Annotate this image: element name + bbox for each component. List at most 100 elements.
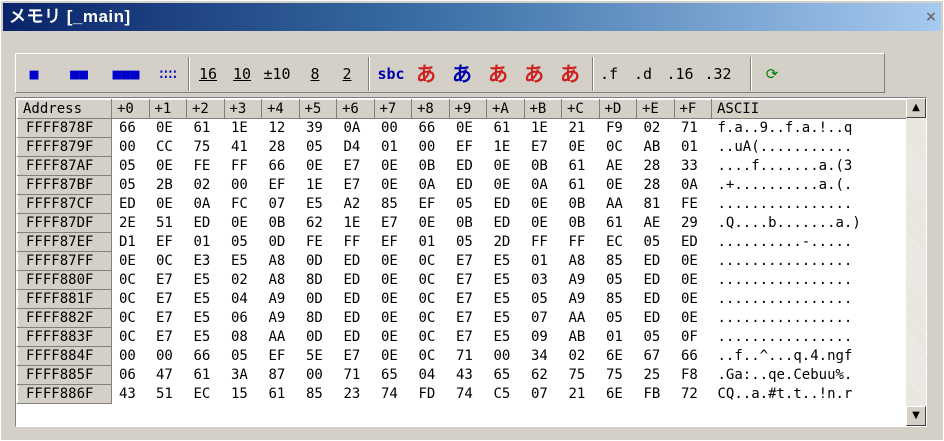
- row-address[interactable]: FFFF87BF: [17, 175, 112, 195]
- kana-button-2[interactable]: あ: [448, 60, 476, 88]
- byte-cell[interactable]: 66: [262, 157, 300, 176]
- byte-cell[interactable]: F8: [674, 366, 712, 385]
- byte-cell[interactable]: E5: [487, 252, 525, 271]
- ascii-cell[interactable]: .+..........a.(.: [712, 176, 908, 195]
- byte-cell[interactable]: ED: [337, 290, 375, 309]
- byte-cell[interactable]: 05: [637, 233, 675, 252]
- byte-cell[interactable]: A8: [262, 252, 300, 271]
- byte-cell[interactable]: 72: [674, 385, 712, 404]
- byte-cell[interactable]: 28: [637, 176, 675, 195]
- byte-cell[interactable]: 00: [224, 176, 262, 195]
- byte-cell[interactable]: 08: [224, 328, 262, 347]
- byte-cell[interactable]: FD: [412, 385, 450, 404]
- byte-cell[interactable]: ED: [637, 271, 675, 290]
- byte-cell[interactable]: 28: [262, 138, 300, 157]
- row-address[interactable]: FFFF882F: [17, 308, 112, 328]
- byte-cell[interactable]: 02: [224, 271, 262, 290]
- byte-cell[interactable]: 0E: [149, 157, 187, 176]
- byte-cell[interactable]: 01: [674, 138, 712, 157]
- byte-cell[interactable]: 1E: [524, 119, 562, 138]
- byte-cell[interactable]: 0E: [149, 195, 187, 214]
- byte-cell[interactable]: 0E: [374, 157, 412, 176]
- float-button[interactable]: .f: [598, 60, 620, 88]
- byte-cell[interactable]: 0E: [674, 290, 712, 309]
- fixed32-button[interactable]: .32: [704, 60, 732, 88]
- byte-cell[interactable]: 75: [599, 366, 637, 385]
- byte-cell[interactable]: E7: [449, 328, 487, 347]
- byte-cell[interactable]: 0E: [524, 195, 562, 214]
- ascii-cell[interactable]: ..f..^...q.4.ngf: [712, 347, 908, 366]
- byte-cell[interactable]: 61: [599, 214, 637, 233]
- ascii-cell[interactable]: ................: [712, 290, 908, 309]
- byte-cell[interactable]: ED: [637, 252, 675, 271]
- byte-cell[interactable]: 05: [524, 290, 562, 309]
- byte-cell[interactable]: AE: [637, 214, 675, 233]
- byte-cell[interactable]: 0B: [562, 195, 600, 214]
- byte-cell[interactable]: 05: [299, 138, 337, 157]
- ascii-cell[interactable]: CQ..a.#t.t..!n.r: [712, 385, 908, 404]
- byte-cell[interactable]: E7: [449, 271, 487, 290]
- byte-cell[interactable]: 05: [224, 347, 262, 366]
- byte-cell[interactable]: 51: [149, 385, 187, 404]
- byte-cell[interactable]: ED: [337, 309, 375, 328]
- byte-cell[interactable]: CC: [149, 138, 187, 157]
- byte-cell[interactable]: FB: [637, 385, 675, 404]
- byte-cell[interactable]: 85: [374, 195, 412, 214]
- byte-cell[interactable]: 0A: [674, 176, 712, 195]
- byte-cell[interactable]: 12: [262, 119, 300, 138]
- byte-cell[interactable]: 5E: [299, 347, 337, 366]
- byte-cell[interactable]: 61: [187, 366, 225, 385]
- byte-cell[interactable]: 65: [487, 366, 525, 385]
- byte-cell[interactable]: 05: [112, 157, 150, 176]
- byte-cell[interactable]: 0D: [299, 252, 337, 271]
- byte-cell[interactable]: 62: [299, 214, 337, 233]
- byte-cell[interactable]: 02: [562, 347, 600, 366]
- byte-cell[interactable]: 0A: [412, 176, 450, 195]
- byte-cell[interactable]: 05: [637, 328, 675, 347]
- byte-cell[interactable]: 1E: [337, 214, 375, 233]
- byte-cell[interactable]: EC: [187, 385, 225, 404]
- byte-cell[interactable]: A9: [562, 271, 600, 290]
- radix-16-button[interactable]: 16: [194, 60, 222, 88]
- byte-cell[interactable]: E5: [187, 290, 225, 309]
- byte-cell[interactable]: 71: [674, 119, 712, 138]
- byte-cell[interactable]: 00: [299, 366, 337, 385]
- byte-cell[interactable]: 6E: [599, 385, 637, 404]
- byte-cell[interactable]: 0C: [412, 252, 450, 271]
- byte-cell[interactable]: 2E: [112, 214, 150, 233]
- kana-button-4[interactable]: あ: [520, 60, 548, 88]
- byte-cell[interactable]: 0E: [524, 214, 562, 233]
- byte-cell[interactable]: 06: [224, 309, 262, 328]
- byte-cell[interactable]: 0B: [262, 214, 300, 233]
- byte-cell[interactable]: 65: [374, 366, 412, 385]
- ascii-cell[interactable]: ................: [712, 252, 908, 271]
- byte-cell[interactable]: 0E: [224, 214, 262, 233]
- byte-cell[interactable]: 75: [562, 366, 600, 385]
- vertical-scrollbar[interactable]: ▲ ▼: [906, 98, 926, 426]
- byte-cell[interactable]: FE: [674, 195, 712, 214]
- byte-cell[interactable]: 09: [524, 328, 562, 347]
- byte-cell[interactable]: 03: [524, 271, 562, 290]
- byte-cell[interactable]: 66: [187, 347, 225, 366]
- byte-cell[interactable]: ED: [187, 214, 225, 233]
- byte-cell[interactable]: E7: [449, 252, 487, 271]
- byte-cell[interactable]: 00: [112, 138, 150, 157]
- byte-cell[interactable]: ED: [449, 176, 487, 195]
- byte-cell[interactable]: 21: [562, 385, 600, 404]
- byte-cell[interactable]: 71: [337, 366, 375, 385]
- byte-cell[interactable]: A9: [262, 290, 300, 309]
- ascii-cell[interactable]: ..uA(...........: [712, 138, 908, 157]
- byte-cell[interactable]: 21: [562, 119, 600, 138]
- byte-cell[interactable]: 74: [449, 385, 487, 404]
- row-address[interactable]: FFFF884F: [17, 346, 112, 366]
- byte-cell[interactable]: 75: [187, 138, 225, 157]
- byte-cell[interactable]: 01: [187, 233, 225, 252]
- byte-cell[interactable]: 00: [112, 347, 150, 366]
- byte-cell[interactable]: E7: [149, 271, 187, 290]
- byte-cell[interactable]: 61: [187, 119, 225, 138]
- byte-cell[interactable]: 0E: [449, 119, 487, 138]
- byte-cell[interactable]: 01: [412, 233, 450, 252]
- byte-cell[interactable]: 0E: [562, 138, 600, 157]
- byte-cell[interactable]: 00: [149, 347, 187, 366]
- row-address[interactable]: FFFF880F: [17, 270, 112, 290]
